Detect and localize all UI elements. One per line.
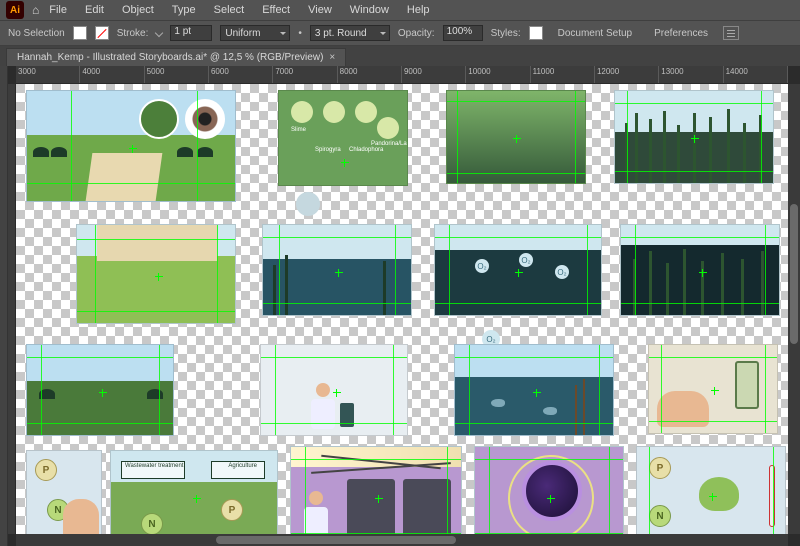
artboard-hand-pn[interactable]: P N xyxy=(26,450,102,544)
artboard-scientist-microscope[interactable] xyxy=(260,344,408,436)
menu-edit[interactable]: Edit xyxy=(77,2,112,18)
phosphorus-badge: P xyxy=(35,459,57,481)
bullet-sep: • xyxy=(298,28,302,39)
stroke-weight-input[interactable]: 1 pt xyxy=(170,25,212,41)
ruler-tick: 3000 xyxy=(18,67,36,76)
app-window: Ai ⌂ File Edit Object Type Select Effect… xyxy=(0,0,800,546)
tool-strip[interactable] xyxy=(0,66,8,546)
artboard-dense-weeds[interactable] xyxy=(614,90,774,184)
ruler-vertical[interactable] xyxy=(8,84,16,534)
oxygen-bubble: O₂ xyxy=(555,265,569,279)
artboard-wetland[interactable] xyxy=(26,344,174,436)
ruler-tick: 6000 xyxy=(211,67,229,76)
document-tab-title: Hannah_Kemp - Illustrated Storyboards.ai… xyxy=(17,52,323,63)
menu-type[interactable]: Type xyxy=(164,2,204,18)
oxygen-bubble: O₂ xyxy=(519,253,533,267)
menu-window[interactable]: Window xyxy=(342,2,397,18)
nitrogen-badge: N xyxy=(649,505,671,527)
algae-label: Slime xyxy=(291,127,306,133)
menu-object[interactable]: Object xyxy=(114,2,162,18)
menu-view[interactable]: View xyxy=(300,2,340,18)
ruler-tick: 8000 xyxy=(340,67,358,76)
menu-help[interactable]: Help xyxy=(399,2,438,18)
close-tab-icon[interactable]: × xyxy=(329,52,335,63)
phosphorus-badge: P xyxy=(221,499,243,521)
fill-swatch[interactable] xyxy=(73,26,87,40)
ruler-tick: 5000 xyxy=(147,67,165,76)
ruler-tick: 11000 xyxy=(533,67,555,76)
ruler-horizontal[interactable]: 3000 4000 5000 6000 7000 8000 9000 10000… xyxy=(16,66,788,84)
scrollbar-vertical[interactable] xyxy=(788,84,800,534)
opacity-label: Opacity: xyxy=(398,28,435,39)
agriculture-label: Agriculture xyxy=(228,463,257,469)
graphic-style-swatch[interactable] xyxy=(529,26,543,40)
opacity-input[interactable]: 100% xyxy=(443,25,483,41)
selection-indicator: No Selection xyxy=(8,28,65,39)
menu-effect[interactable]: Effect xyxy=(254,2,298,18)
document-setup-button[interactable]: Document Setup xyxy=(551,25,640,42)
ruler-tick: 14000 xyxy=(726,67,748,76)
menu-select[interactable]: Select xyxy=(206,2,253,18)
ruler-tick: 9000 xyxy=(404,67,422,76)
algae-label: Spirogyra xyxy=(315,147,341,153)
artboard-light-rays[interactable] xyxy=(446,90,586,184)
home-icon[interactable]: ⌂ xyxy=(32,3,39,17)
artboard-pn-lettuce[interactable]: P N xyxy=(636,446,786,544)
wastewater-label: Wastewater treatment xyxy=(125,463,183,469)
stroke-swatch[interactable] xyxy=(95,26,109,40)
document-tab-bar: Hannah_Kemp - Illustrated Storyboards.ai… xyxy=(0,46,800,66)
workspace: 3000 4000 5000 6000 7000 8000 9000 10000… xyxy=(0,66,800,546)
scrollbar-thumb[interactable] xyxy=(790,204,798,344)
preferences-button[interactable]: Preferences xyxy=(647,25,715,42)
artboard-reed-pond[interactable] xyxy=(262,224,412,316)
stroke-label: Stroke: xyxy=(117,28,149,39)
artboard-globe[interactable] xyxy=(474,446,624,546)
ruler-tick: 12000 xyxy=(597,67,619,76)
artboards-layer[interactable]: Slime Spirogyra Chladophora Pandorina/La… xyxy=(26,84,788,534)
loose-circle[interactable] xyxy=(296,192,320,216)
menu-file[interactable]: File xyxy=(41,2,75,18)
artboard-dock-algae[interactable] xyxy=(76,224,236,324)
artboard-lab-machines[interactable] xyxy=(290,446,462,546)
brush-definition-dropdown[interactable]: 3 pt. Round xyxy=(310,25,390,41)
artboard-pond-fish[interactable] xyxy=(454,344,614,436)
ruler-tick: 10000 xyxy=(468,67,490,76)
oxygen-bubble: O₂ xyxy=(475,259,489,273)
artboard-oxygen-bubbles[interactable]: O₂ O₂ O₂ xyxy=(434,224,602,316)
document-tab[interactable]: Hannah_Kemp - Illustrated Storyboards.ai… xyxy=(6,48,346,66)
align-to-icon[interactable] xyxy=(723,26,739,40)
stroke-stepper[interactable] xyxy=(155,29,163,37)
artboard-dark-weeds[interactable] xyxy=(620,224,780,316)
ruler-tick: 13000 xyxy=(661,67,683,76)
scrollbar-horizontal[interactable] xyxy=(16,534,788,546)
artboard-lake-eyes[interactable] xyxy=(26,90,236,202)
menu-bar: Ai ⌂ File Edit Object Type Select Effect… xyxy=(0,0,800,20)
ruler-tick: 4000 xyxy=(82,67,100,76)
artboard-wastewater-agri[interactable]: Wastewater treatment Agriculture P N xyxy=(110,450,278,544)
algae-label: Chladophora xyxy=(349,147,383,153)
styles-label: Styles: xyxy=(491,28,521,39)
control-bar: No Selection Stroke: 1 pt Uniform • 3 pt… xyxy=(0,20,800,46)
scrollbar-thumb[interactable] xyxy=(216,536,456,544)
ruler-tick: 7000 xyxy=(275,67,293,76)
artboard-algae-types[interactable]: Slime Spirogyra Chladophora Pandorina/La… xyxy=(278,90,408,186)
artboard-hand-jar[interactable] xyxy=(648,344,778,434)
algae-label: Pandorina/Lactu xyxy=(371,141,408,147)
canvas[interactable]: 3000 4000 5000 6000 7000 8000 9000 10000… xyxy=(8,66,800,546)
app-logo[interactable]: Ai xyxy=(6,1,24,19)
stroke-profile-dropdown[interactable]: Uniform xyxy=(220,25,290,41)
nitrogen-badge: N xyxy=(141,513,163,535)
phosphorus-badge: P xyxy=(649,457,671,479)
